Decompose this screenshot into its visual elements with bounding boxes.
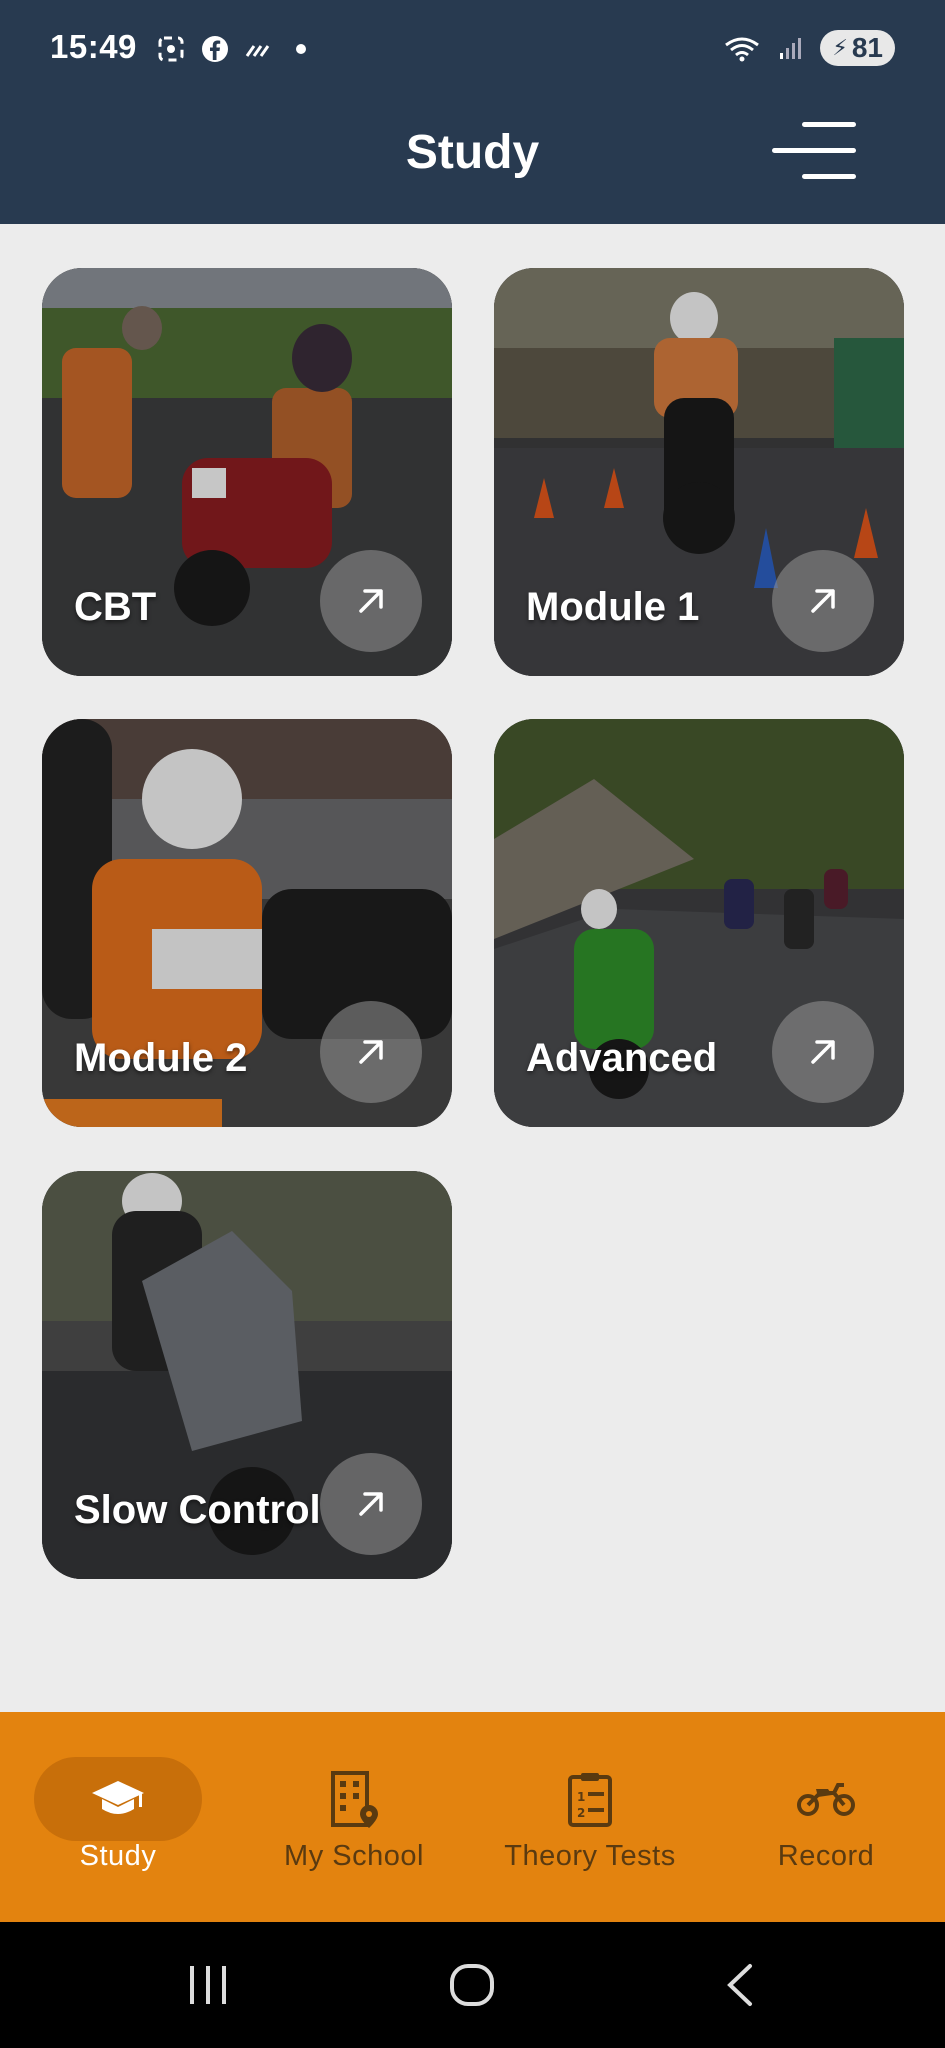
arrow-up-right-icon[interactable]	[320, 550, 422, 652]
card-module-1[interactable]: Module 1	[494, 268, 904, 676]
card-cbt[interactable]: CBT	[42, 268, 452, 676]
cell-signal-icon	[780, 38, 802, 59]
card-label: Module 2	[74, 1036, 248, 1080]
screenshot-icon	[158, 36, 184, 62]
battery-level: 81	[851, 32, 883, 63]
facebook-icon	[202, 36, 228, 62]
card-label: Slow Control	[74, 1488, 321, 1532]
nav-item-record[interactable]: Record	[708, 1712, 944, 1922]
status-bar: 15:49 ⚡ 81	[0, 0, 945, 100]
nav-label-record: Record	[777, 1840, 875, 1872]
nav-item-my-school[interactable]: My School	[236, 1712, 472, 1922]
home-icon[interactable]	[448, 1962, 496, 2008]
arrow-up-right-icon[interactable]	[320, 1453, 422, 1555]
card-advanced[interactable]: Advanced	[494, 719, 904, 1127]
card-slow-control[interactable]: Slow Control	[42, 1171, 452, 1579]
arrow-up-right-icon[interactable]	[772, 1001, 874, 1103]
nav-label-my-school: My School	[284, 1840, 424, 1872]
arrow-up-right-icon[interactable]	[772, 550, 874, 652]
card-label: Advanced	[526, 1036, 718, 1080]
svg-text:2: 2	[577, 1806, 585, 1820]
card-label: CBT	[74, 585, 157, 629]
back-icon[interactable]	[722, 1962, 758, 2008]
nav-label-theory-tests: Theory Tests	[504, 1840, 676, 1872]
battery-icon: ⚡ 81	[820, 30, 895, 66]
card-module-2[interactable]: Module 2	[42, 719, 452, 1127]
system-nav-bar	[0, 1922, 945, 2048]
wifi-icon	[725, 37, 760, 62]
nav-item-theory-tests[interactable]: 1 2 Theory Tests	[472, 1712, 708, 1922]
motorcycle-icon	[742, 1757, 910, 1841]
svg-text:1: 1	[577, 1790, 585, 1804]
menu-icon[interactable]	[772, 120, 856, 182]
recent-apps-icon[interactable]	[186, 1962, 230, 2008]
graduation-cap-icon	[34, 1757, 202, 1841]
nav-item-study[interactable]: Study	[0, 1712, 236, 1922]
clipboard-list-icon: 1 2	[506, 1757, 674, 1841]
notification-dot	[296, 44, 306, 54]
nav-label-study: Study	[79, 1840, 157, 1872]
top-bar: 15:49 ⚡ 81 Study	[0, 0, 945, 224]
status-time: 15:49	[50, 28, 137, 65]
building-location-icon	[270, 1757, 438, 1841]
card-label: Module 1	[526, 585, 700, 629]
signal-strikes-icon	[245, 45, 270, 57]
bottom-nav: Study My School 1 2 Theory Tests Record	[0, 1712, 945, 1922]
arrow-up-right-icon[interactable]	[320, 1001, 422, 1103]
